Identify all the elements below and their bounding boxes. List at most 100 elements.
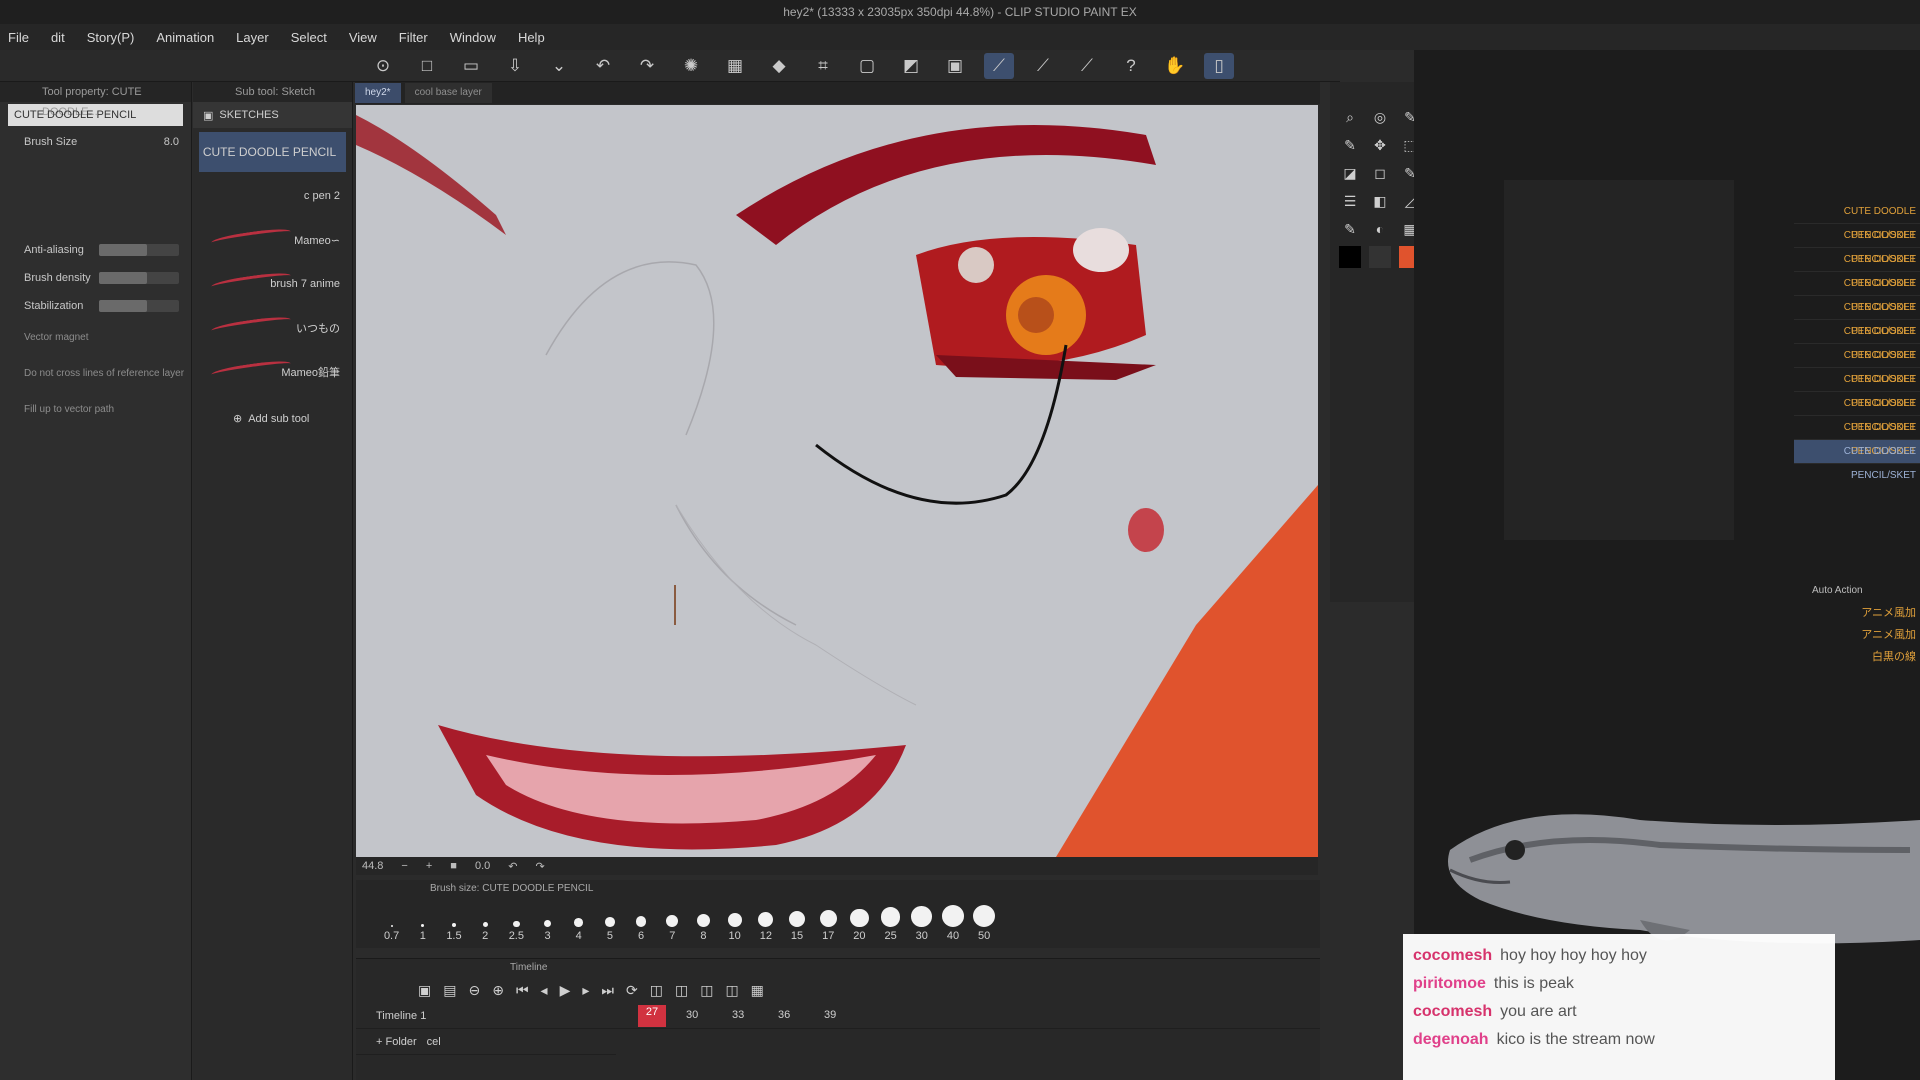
sub-tool-list-item[interactable]: CUTE DOODLE PENCIL/SKET	[1794, 272, 1920, 313]
sub-tool-item-mameo[interactable]: Mameo∽	[199, 220, 346, 260]
brush-size-option[interactable]: 0.7	[376, 898, 407, 944]
auto-action-item[interactable]: アニメ風加	[1794, 624, 1920, 646]
dropdown-icon[interactable]: ⌄	[544, 53, 574, 79]
rotate-left-icon[interactable]: ↶	[508, 860, 517, 873]
hand-icon[interactable]: ✋	[1160, 53, 1190, 79]
add-sub-tool-button[interactable]: ⊕ Add sub tool	[193, 412, 352, 426]
frame-settings-icon[interactable]: ◫	[675, 982, 688, 999]
brush-size-option[interactable]: 5	[594, 898, 625, 944]
tab-cool-base-layer[interactable]: cool base layer	[404, 83, 492, 103]
eyedropper-icon[interactable]: ✎	[1336, 132, 1364, 158]
menu-animation[interactable]: Animation	[156, 30, 214, 45]
brush-stroke-icon[interactable]: ⟋	[1028, 53, 1058, 79]
sub-tool-item-itsumono[interactable]: いつもの	[199, 308, 346, 348]
timeline-name[interactable]: Timeline 1	[376, 1010, 426, 1022]
brush-density-slider[interactable]	[99, 272, 179, 284]
pencil-icon[interactable]: ⟋	[984, 52, 1014, 79]
sub-tool-list-item[interactable]: CUTE DOODLE PENCIL/SKET	[1794, 248, 1920, 289]
brush-size-option[interactable]: 17	[813, 898, 844, 944]
zoom-out-icon[interactable]: ⊖	[468, 982, 480, 999]
brush-size-option[interactable]: 30	[906, 898, 937, 944]
menu-select[interactable]: Select	[291, 30, 327, 45]
brush-density-row[interactable]: Brush density	[0, 264, 191, 292]
tool-property-tab[interactable]: Tool property: CUTE DOODLE...	[0, 82, 191, 118]
sub-tool-list-item[interactable]: CUTE DOODLE PENCIL/SKET	[1794, 416, 1920, 457]
expand-icon[interactable]: +	[376, 1036, 385, 1048]
tab-hey2[interactable]: hey2*	[355, 83, 401, 103]
sub-tool-list-item[interactable]: CUTE DOODLE PENCIL/SKET	[1794, 320, 1920, 361]
stabilization-slider[interactable]	[99, 300, 179, 312]
vector-magnet-row[interactable]: Vector magnet	[0, 320, 191, 356]
sub-tool-list-item[interactable]: CUTE DOODLE PENCIL/SKET	[1794, 344, 1920, 385]
main-color-swatch[interactable]	[1339, 246, 1361, 268]
undo-icon[interactable]: ↶	[588, 53, 618, 79]
next-frame-icon[interactable]: ▸	[582, 982, 589, 999]
sub-tool-list-item[interactable]: CUTE DOODLE PENCIL/SKET	[1794, 200, 1920, 241]
angle-value[interactable]: 0.0	[475, 860, 490, 872]
text-tool-icon[interactable]: ☰	[1336, 188, 1364, 214]
sub-color-swatch[interactable]	[1369, 246, 1391, 268]
fill-vector-checkbox[interactable]: Fill up to vector path	[0, 392, 191, 428]
onion-skin-icon[interactable]: ◫	[650, 982, 663, 999]
brush-size-row[interactable]: Brush Size 8.0	[0, 128, 191, 156]
menu-layer[interactable]: Layer	[236, 30, 269, 45]
frame-paste-icon[interactable]: ◫	[725, 982, 738, 999]
stop-icon[interactable]: ■	[450, 860, 457, 872]
save-icon[interactable]: ⇩	[500, 53, 530, 79]
anti-aliasing-row[interactable]: Anti-aliasing	[0, 236, 191, 264]
brush-size-option[interactable]: 20	[844, 898, 875, 944]
menu-help[interactable]: Help	[518, 30, 545, 45]
zoom-tool-icon[interactable]: ⌕	[1336, 104, 1364, 130]
brush-size-option[interactable]: 40	[937, 898, 968, 944]
layer-panel[interactable]	[1504, 180, 1734, 540]
brush-size-option[interactable]: 50	[969, 898, 1000, 944]
sub-tool-item-mameo-pencil[interactable]: Mameo鉛筆	[199, 352, 346, 392]
brush-size-option[interactable]: 6	[626, 898, 657, 944]
new-icon[interactable]: □	[412, 53, 442, 79]
bucket-icon[interactable]: ◆	[764, 53, 794, 79]
menu-window[interactable]: Window	[450, 30, 496, 45]
timeline-ruler[interactable]: 27 30 33 36 39	[616, 1003, 1320, 1029]
menu-edit[interactable]: dit	[51, 30, 65, 45]
menu-file[interactable]: File	[8, 30, 29, 45]
sub-tool-group[interactable]: ▣ SKETCHES	[193, 102, 352, 128]
prev-frame-icon[interactable]: ◂	[541, 982, 548, 999]
brush-tool-icon[interactable]: ✎	[1336, 216, 1364, 242]
blend-tool-icon[interactable]: ◐	[1366, 216, 1394, 242]
light-table-icon[interactable]: ▦	[751, 982, 764, 999]
rotate-right-icon[interactable]: ↷	[535, 860, 544, 873]
sub-tool-item-c-pen-2[interactable]: c pen 2	[199, 176, 346, 216]
eraser-tool-icon[interactable]: ◻	[1366, 160, 1394, 186]
layout-icon[interactable]: ▯	[1204, 52, 1234, 79]
brush-size-option[interactable]: 1.5	[438, 898, 469, 944]
sub-tool-tab[interactable]: Sub tool: Sketch	[193, 82, 352, 102]
transform-icon[interactable]: ▢	[852, 53, 882, 79]
brush-size-option[interactable]: 12	[750, 898, 781, 944]
gradient-tool-icon[interactable]: ◧	[1366, 188, 1394, 214]
sub-tool-list-item[interactable]: CUTE DOODLE PENCIL/SKET	[1794, 392, 1920, 433]
timeline-name-row[interactable]: Timeline 1	[356, 1003, 616, 1029]
play-icon[interactable]: ▶	[560, 982, 571, 999]
brush-size-option[interactable]: 4	[563, 898, 594, 944]
anti-aliasing-selector[interactable]	[99, 244, 179, 256]
sub-tool-list-item[interactable]: CUTE DOODLE PENCIL/SKET	[1794, 296, 1920, 337]
brush-size-option[interactable]: 25	[875, 898, 906, 944]
brush-size-option[interactable]: 10	[719, 898, 750, 944]
menu-view[interactable]: View	[349, 30, 377, 45]
brush-size-option[interactable]: 15	[781, 898, 812, 944]
brush-size-option[interactable]: 7	[657, 898, 688, 944]
new-animation-folder-icon[interactable]: ▣	[418, 982, 431, 999]
menu-filter[interactable]: Filter	[399, 30, 428, 45]
zoom-in-icon[interactable]: ⊕	[492, 982, 504, 999]
brush-icon[interactable]: ▣	[940, 53, 970, 79]
last-frame-icon[interactable]: ⏭	[601, 982, 614, 999]
zoom-out-icon[interactable]: −	[401, 860, 407, 872]
loading-icon[interactable]: ✺	[676, 53, 706, 79]
no-cross-lines-checkbox[interactable]: Do not cross lines of reference layer	[0, 356, 191, 392]
clip-icon[interactable]: ⊙	[368, 53, 398, 79]
open-icon[interactable]: ▭	[456, 53, 486, 79]
brush-size-value[interactable]: 8.0	[164, 136, 179, 148]
sub-tool-list-item[interactable]: CUTE DOODLE PENCIL/SKET	[1794, 368, 1920, 409]
first-frame-icon[interactable]: ⏮	[516, 982, 529, 999]
auto-action-item[interactable]: 白黒の線	[1794, 646, 1920, 668]
